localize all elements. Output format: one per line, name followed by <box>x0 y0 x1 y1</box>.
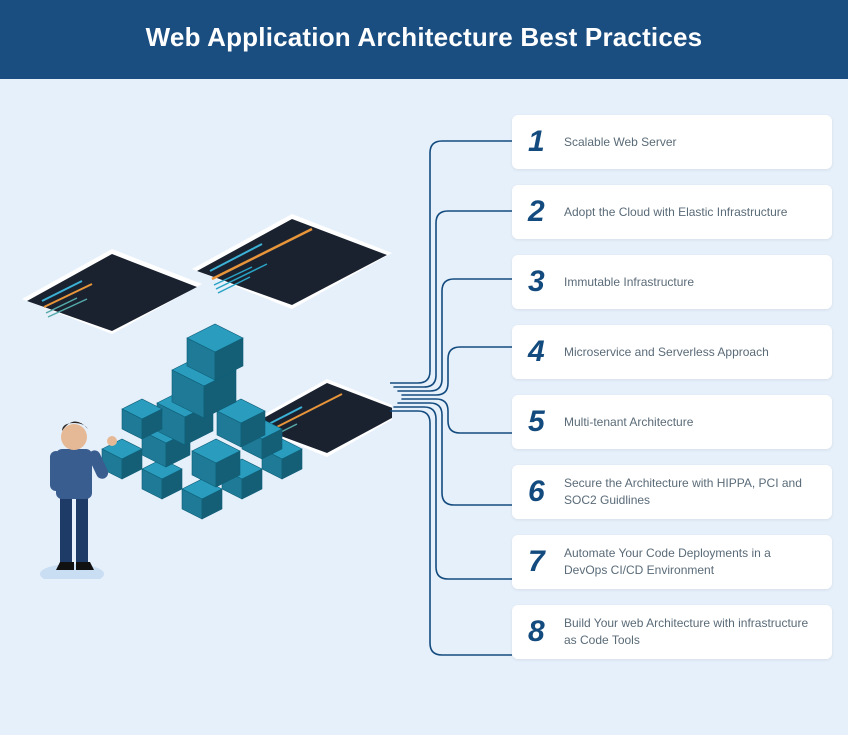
item-number: 6 <box>528 475 564 509</box>
person-icon <box>40 421 117 579</box>
item-label: Microservice and Serverless Approach <box>564 344 769 361</box>
item-label: Secure the Architecture with HIPPA, PCI … <box>564 475 816 509</box>
header: Web Application Architecture Best Practi… <box>0 0 848 79</box>
item-label: Adopt the Cloud with Elastic Infrastruct… <box>564 204 787 221</box>
item-number: 3 <box>528 265 564 299</box>
item-label: Immutable Infrastructure <box>564 274 694 291</box>
item-number: 2 <box>528 195 564 229</box>
list-item: 7 Automate Your Code Deployments in a De… <box>512 535 832 589</box>
list-item: 8 Build Your web Architecture with infra… <box>512 605 832 659</box>
list-item: 5 Multi-tenant Architecture <box>512 395 832 449</box>
item-number: 5 <box>528 405 564 439</box>
content-area: 1 Scalable Web Server 2 Adopt the Cloud … <box>0 79 848 695</box>
item-label: Build Your web Architecture with infrast… <box>564 615 816 649</box>
connector-lines <box>390 115 512 735</box>
list-item: 2 Adopt the Cloud with Elastic Infrastru… <box>512 185 832 239</box>
page-title: Web Application Architecture Best Practi… <box>0 22 848 53</box>
item-number: 7 <box>528 545 564 579</box>
item-number: 4 <box>528 335 564 369</box>
item-label: Multi-tenant Architecture <box>564 414 693 431</box>
architecture-illustration <box>12 199 392 579</box>
list-item: 3 Immutable Infrastructure <box>512 255 832 309</box>
item-label: Automate Your Code Deployments in a DevO… <box>564 545 816 579</box>
item-number: 1 <box>528 125 564 159</box>
practices-list: 1 Scalable Web Server 2 Adopt the Cloud … <box>512 115 832 659</box>
list-item: 4 Microservice and Serverless Approach <box>512 325 832 379</box>
item-number: 8 <box>528 615 564 649</box>
list-item: 1 Scalable Web Server <box>512 115 832 169</box>
item-label: Scalable Web Server <box>564 134 677 151</box>
list-item: 6 Secure the Architecture with HIPPA, PC… <box>512 465 832 519</box>
